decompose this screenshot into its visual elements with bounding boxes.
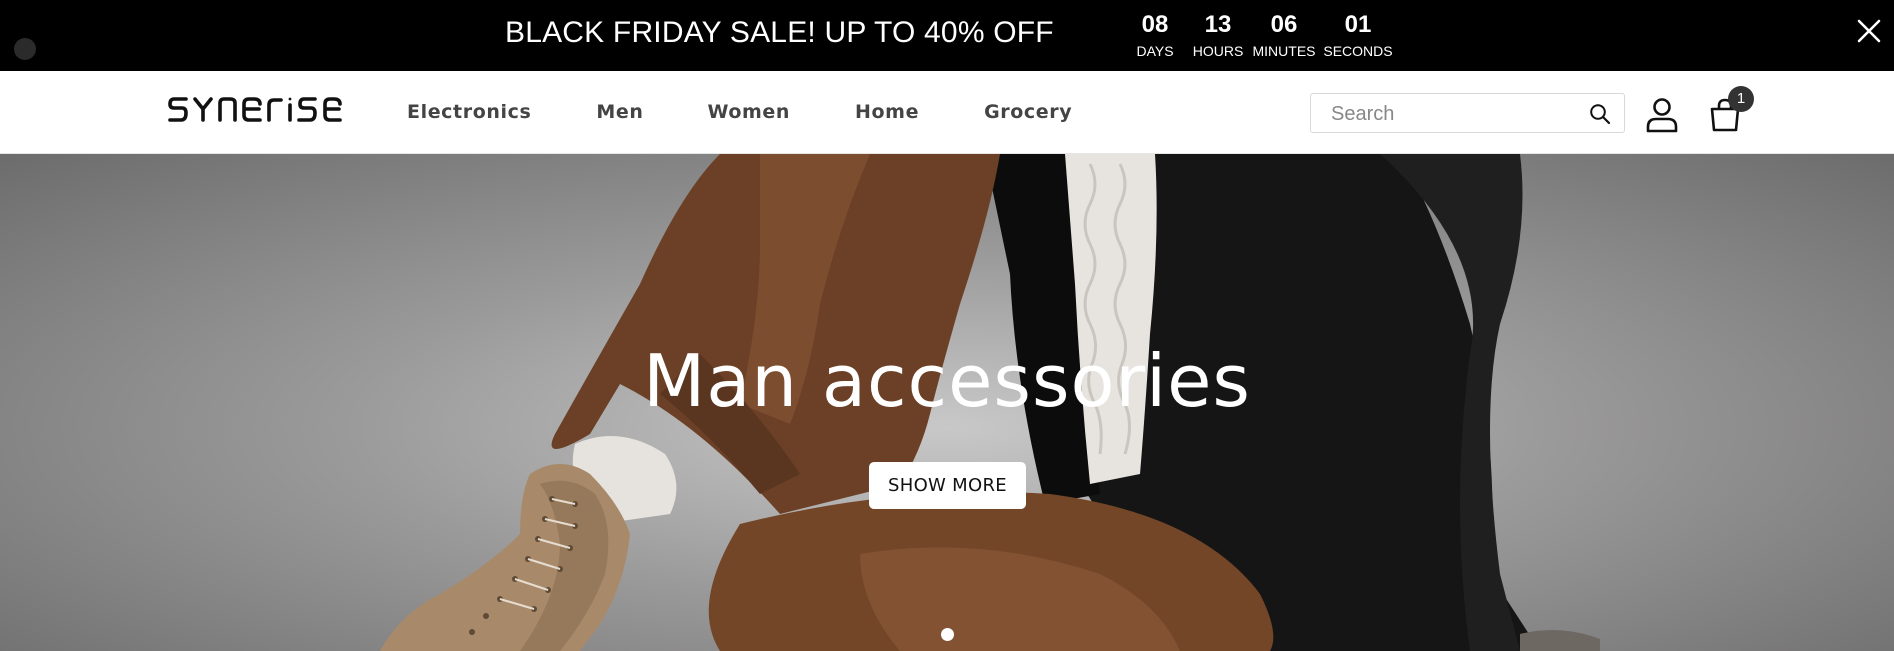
- main-nav: Electronics Men Women Home Grocery: [407, 101, 1072, 123]
- countdown-timer: 08 DAYS 13 HOURS 06 MINUTES 01 SECONDS: [1134, 12, 1398, 60]
- countdown-seconds: 01 SECONDS: [1318, 12, 1398, 60]
- countdown-hours-value: 13: [1204, 11, 1232, 38]
- nav-item-men[interactable]: Men: [596, 101, 643, 123]
- nav-item-home[interactable]: Home: [855, 101, 919, 123]
- countdown-seconds-label: SECONDS: [1323, 43, 1393, 59]
- hero-banner: Man accessories SHOW MORE: [0, 154, 1894, 651]
- site-header: Electronics Men Women Home Grocery 1: [0, 71, 1894, 154]
- show-more-button[interactable]: SHOW MORE: [869, 462, 1026, 509]
- countdown-days-label: DAYS: [1136, 43, 1174, 59]
- cart-count-badge: 1: [1728, 86, 1754, 112]
- nav-item-electronics[interactable]: Electronics: [407, 101, 531, 123]
- search-box: [1310, 93, 1625, 133]
- countdown-hours-label: HOURS: [1192, 43, 1244, 59]
- countdown-minutes: 06 MINUTES: [1250, 12, 1318, 60]
- synerise-logo[interactable]: [168, 93, 360, 127]
- account-icon[interactable]: [1645, 97, 1679, 133]
- countdown-days: 08 DAYS: [1134, 12, 1176, 60]
- slider-dot-1[interactable]: [941, 628, 954, 641]
- nav-item-women[interactable]: Women: [707, 101, 790, 123]
- search-icon[interactable]: [1589, 103, 1611, 125]
- countdown-seconds-value: 01: [1344, 11, 1372, 38]
- close-icon[interactable]: [1854, 16, 1884, 46]
- countdown-minutes-value: 06: [1270, 11, 1298, 38]
- countdown-minutes-label: MINUTES: [1252, 43, 1316, 59]
- countdown-days-value: 08: [1141, 11, 1169, 38]
- promo-indicator-dot: [14, 38, 36, 60]
- search-input[interactable]: [1331, 101, 1581, 127]
- nav-item-grocery[interactable]: Grocery: [984, 101, 1072, 123]
- promo-text: BLACK FRIDAY SALE! UP TO 40% OFF: [505, 16, 1054, 49]
- countdown-hours: 13 HOURS: [1186, 12, 1250, 60]
- hero-title: Man accessories: [643, 339, 1251, 423]
- promo-bar: BLACK FRIDAY SALE! UP TO 40% OFF 08 DAYS…: [0, 0, 1894, 71]
